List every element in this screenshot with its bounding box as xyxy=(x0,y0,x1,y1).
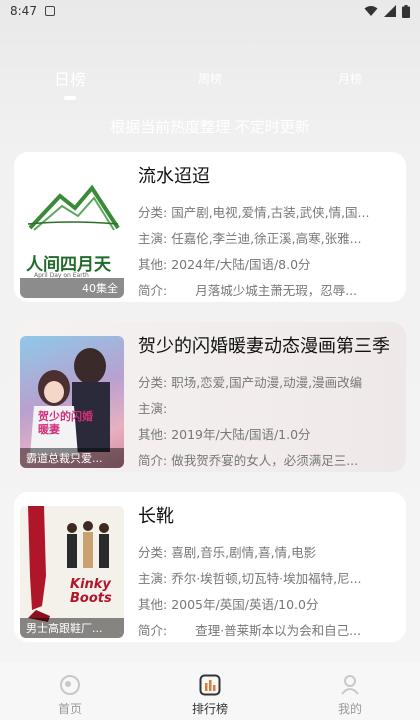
signal-icon xyxy=(384,5,396,17)
poster-image: 人间四月天 April Day on Earth 40集全 xyxy=(20,166,124,298)
notification-icon xyxy=(44,6,55,16)
genre-value: 国产剧,电视,爱情,古装,武侠,情,国... xyxy=(171,205,370,220)
status-time: 8:47 xyxy=(10,4,37,18)
ranking-tabs: 日榜 周榜 月榜 xyxy=(0,66,420,106)
nav-profile-label: 我的 xyxy=(337,702,362,716)
ranking-item[interactable]: 贺少的闪婚暖妻 霸道总裁只爱... 贺少的闪婚暖妻动态漫画第三季 分类: 职场,… xyxy=(14,322,406,472)
other-value: 2005年/英国/英语/10.0分 xyxy=(171,597,319,612)
genre-label: 分类: xyxy=(138,205,168,220)
status-bar: 8:47 xyxy=(0,0,420,22)
ranking-item[interactable]: 人间四月天 April Day on Earth 40集全 流水迢迢 分类: 国… xyxy=(14,152,406,302)
nav-ranking[interactable]: 排行榜 xyxy=(140,662,280,720)
item-title: 长靴 xyxy=(138,506,174,527)
ranking-subtitle: 根据当前热度整理 不定时更新 xyxy=(110,118,310,136)
cast-label: 主演: xyxy=(138,231,168,246)
bottom-nav: 首页 排行榜 我的 xyxy=(0,662,420,720)
other-label: 其他: xyxy=(138,427,168,442)
ranking-item[interactable]: Kinky Boots 男士高跟鞋厂... 长靴 分类: 喜剧,音乐,剧情,喜,… xyxy=(14,492,406,642)
home-icon xyxy=(60,675,80,695)
intro-value: 查理·普莱斯本以为会和自己... xyxy=(195,623,362,638)
nav-home[interactable]: 首页 xyxy=(0,662,140,720)
poster-caption: 男士高跟鞋厂... xyxy=(20,618,124,638)
nav-profile[interactable]: 我的 xyxy=(280,662,420,720)
other-value: 2019年/大陆/国语/1.0分 xyxy=(171,427,311,442)
cast-value: 乔尔·埃哲顿,切瓦特·埃加福特,尼... xyxy=(171,571,362,586)
tab-active-indicator xyxy=(64,96,76,100)
genre-value: 职场,恋爱,国产动漫,动漫,漫画改编 xyxy=(171,375,363,390)
genre-label: 分类: xyxy=(138,545,168,560)
tab-monthly[interactable]: 月榜 xyxy=(320,70,380,87)
intro-label: 简介: xyxy=(138,623,168,638)
poster-image: 贺少的闪婚暖妻 霸道总裁只爱... xyxy=(20,336,124,468)
other-label: 其他: xyxy=(138,597,168,612)
intro-value: 做我贺乔宴的女人，必须满足三... xyxy=(171,453,359,468)
wifi-icon xyxy=(364,6,378,16)
intro-value: 月落城少城主萧无瑕，忍辱... xyxy=(195,283,358,298)
genre-label: 分类: xyxy=(138,375,168,390)
poster-image: Kinky Boots 男士高跟鞋厂... xyxy=(20,506,124,638)
intro-label: 简介: xyxy=(138,453,168,468)
profile-icon xyxy=(341,675,359,695)
nav-home-label: 首页 xyxy=(57,702,82,716)
poster-title-text: Kinky Boots xyxy=(70,577,112,606)
poster-caption: 霸道总裁只爱... xyxy=(20,448,124,468)
poster-title-text: 贺少的闪婚暖妻 xyxy=(38,410,93,436)
item-title: 流水迢迢 xyxy=(138,166,210,187)
cast-value: 任嘉伦,李兰迪,徐正溪,高寒,张雅... xyxy=(171,231,362,246)
ranking-icon xyxy=(199,674,221,696)
intro-label: 简介: xyxy=(138,283,168,298)
battery-icon xyxy=(402,4,410,18)
other-value: 2024年/大陆/国语/8.0分 xyxy=(171,257,311,272)
nav-ranking-label: 排行榜 xyxy=(191,702,228,716)
tab-weekly[interactable]: 周榜 xyxy=(180,70,240,87)
other-label: 其他: xyxy=(138,257,168,272)
cast-label: 主演: xyxy=(138,401,168,416)
item-title: 贺少的闪婚暖妻动态漫画第三季 xyxy=(138,336,390,357)
cast-label: 主演: xyxy=(138,571,168,586)
episode-badge: 40集全 xyxy=(20,278,124,298)
tab-daily[interactable]: 日榜 xyxy=(40,66,100,90)
genre-value: 喜剧,音乐,剧情,喜,情,电影 xyxy=(171,545,317,560)
